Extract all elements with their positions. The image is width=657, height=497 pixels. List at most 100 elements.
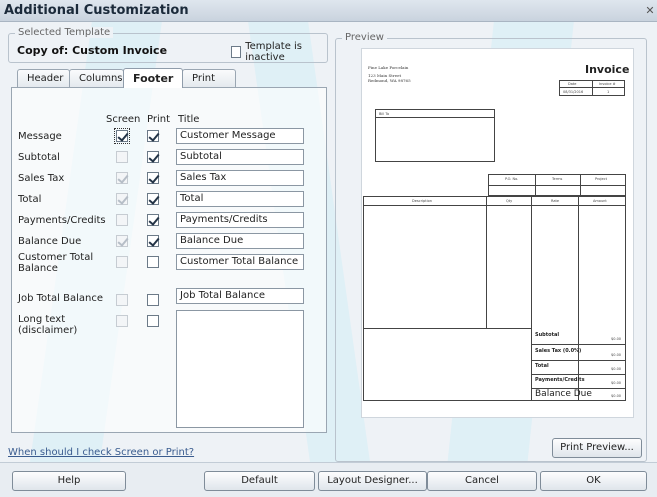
print-checkbox-subtotal[interactable] bbox=[147, 151, 159, 163]
screen-column-header: Screen bbox=[106, 114, 141, 125]
preview-invoice-no-value: 1 bbox=[607, 90, 610, 94]
preview-qty-label: Qty bbox=[506, 199, 513, 203]
selected-template-legend: Selected Template bbox=[15, 27, 114, 38]
close-icon[interactable]: ✕ bbox=[645, 4, 655, 18]
row-label-total: Total bbox=[18, 194, 42, 205]
title-field-message[interactable]: Customer Message bbox=[176, 128, 304, 144]
preview-payments-label: Payments/Credits bbox=[535, 377, 585, 383]
tab-columns[interactable]: Columns bbox=[69, 69, 124, 87]
preview-project-label: Project bbox=[595, 177, 607, 181]
cancel-button[interactable]: Cancel bbox=[427, 471, 537, 491]
row-label-message: Message bbox=[18, 131, 62, 142]
title-bar: Additional Customization ✕ bbox=[0, 0, 657, 22]
preview-balance-due-value: $0.00 bbox=[611, 394, 622, 398]
tab-print[interactable]: Print bbox=[182, 69, 236, 87]
preview-po-label: P.O. No. bbox=[505, 177, 519, 181]
preview-description-label: Description bbox=[412, 199, 432, 203]
preview-rule bbox=[531, 196, 532, 401]
title-field-job-total-balance[interactable]: Job Total Balance bbox=[176, 288, 304, 304]
preview-company-name: Fine Lake Porcelain bbox=[368, 65, 409, 70]
preview-amount-label: Amount bbox=[593, 199, 607, 203]
default-button[interactable]: Default bbox=[204, 471, 315, 491]
preview-sales-tax-label: Sales Tax (0.0%) bbox=[535, 348, 582, 354]
print-checkbox-balance-due[interactable] bbox=[147, 235, 159, 247]
title-field-customer-total-balance[interactable]: Customer Total Balance bbox=[176, 254, 304, 270]
preview-rule bbox=[363, 205, 626, 206]
tab-footer[interactable]: Footer bbox=[123, 68, 183, 88]
layout-designer-button[interactable]: Layout Designer... bbox=[318, 471, 427, 491]
print-checkbox-long-text[interactable] bbox=[147, 315, 159, 327]
preview-rule bbox=[375, 117, 495, 118]
preview-invoice-no-label: Invoice # bbox=[599, 82, 616, 86]
preview-rule bbox=[363, 328, 531, 329]
template-name: Copy of: Custom Invoice bbox=[17, 44, 168, 57]
title-field-balance-due[interactable]: Balance Due bbox=[176, 233, 304, 249]
preview-invoice-title: Invoice bbox=[585, 63, 630, 76]
preview-terms-label: Terms bbox=[552, 177, 563, 181]
preview-rule bbox=[580, 174, 581, 196]
screen-checkbox-payments-credits bbox=[116, 214, 128, 226]
invoice-preview: Fine Lake Porcelain 123 Main Street Redm… bbox=[361, 48, 634, 418]
preview-balance-due-label: Balance Due bbox=[535, 389, 592, 399]
help-button[interactable]: Help bbox=[12, 471, 126, 491]
title-textarea-long-text[interactable] bbox=[176, 310, 304, 428]
preview-company-city: Redmond, WA 98765 bbox=[368, 78, 411, 83]
preview-rule bbox=[578, 196, 579, 401]
print-checkbox-job-total-balance[interactable] bbox=[147, 294, 159, 306]
title-column-header: Title bbox=[178, 114, 200, 125]
row-label-balance-due: Balance Due bbox=[18, 236, 82, 247]
preview-rule bbox=[531, 360, 626, 361]
print-column-header: Print bbox=[147, 114, 171, 125]
tab-header[interactable]: Header bbox=[17, 69, 70, 87]
row-label-payments-credits: Payments/Credits bbox=[18, 215, 106, 226]
screen-checkbox-job-total-balance bbox=[116, 294, 128, 306]
preview-date-value: 08/31/2016 bbox=[563, 90, 584, 94]
preview-rule bbox=[488, 185, 626, 186]
preview-date-label: Date bbox=[568, 82, 577, 86]
selected-template-group: Selected Template Copy of: Custom Invoic… bbox=[8, 27, 328, 63]
preview-sales-tax-value: $0.00 bbox=[611, 353, 622, 357]
screen-print-help-link[interactable]: When should I check Screen or Print? bbox=[8, 447, 194, 458]
preview-rate-label: Rate bbox=[551, 199, 560, 203]
preview-rule bbox=[592, 80, 593, 96]
template-inactive-toggle[interactable]: Template is inactive bbox=[231, 41, 327, 63]
preview-items-table bbox=[363, 196, 626, 401]
screen-checkbox-long-text bbox=[116, 315, 128, 327]
print-checkbox-sales-tax[interactable] bbox=[147, 172, 159, 184]
row-label-customer-total-balance: Customer Total Balance bbox=[18, 252, 94, 274]
screen-checkbox-balance-due bbox=[116, 235, 128, 247]
row-label-long-text: Long text (disclaimer) bbox=[18, 314, 78, 336]
print-checkbox-message[interactable] bbox=[147, 130, 159, 142]
preview-total-value: $0.00 bbox=[611, 367, 622, 371]
print-checkbox-total[interactable] bbox=[147, 193, 159, 205]
preview-rule bbox=[531, 344, 626, 345]
screen-checkbox-sales-tax bbox=[116, 172, 128, 184]
title-field-total[interactable]: Total bbox=[176, 191, 304, 207]
row-label-subtotal: Subtotal bbox=[18, 152, 60, 163]
preview-bill-to-label: Bill To bbox=[379, 112, 390, 116]
ok-button[interactable]: OK bbox=[540, 471, 647, 491]
preview-rule bbox=[535, 174, 536, 196]
screen-checkbox-customer-total-balance bbox=[116, 256, 128, 268]
screen-checkbox-subtotal bbox=[116, 151, 128, 163]
preview-subtotal-label: Subtotal bbox=[535, 332, 560, 338]
preview-subtotal-value: $0.00 bbox=[611, 337, 622, 341]
template-inactive-label: Template is inactive bbox=[245, 41, 303, 63]
template-inactive-checkbox[interactable] bbox=[231, 46, 242, 58]
window-title: Additional Customization bbox=[4, 3, 189, 18]
preview-rule bbox=[531, 374, 626, 375]
row-label-sales-tax: Sales Tax bbox=[18, 173, 65, 184]
row-label-job-total-balance: Job Total Balance bbox=[18, 293, 104, 304]
print-checkbox-payments-credits[interactable] bbox=[147, 214, 159, 226]
screen-checkbox-message[interactable] bbox=[114, 128, 130, 144]
title-field-payments-credits[interactable]: Payments/Credits bbox=[176, 212, 304, 228]
title-field-sales-tax[interactable]: Sales Tax bbox=[176, 170, 304, 186]
title-field-subtotal[interactable]: Subtotal bbox=[176, 149, 304, 165]
print-checkbox-customer-total-balance[interactable] bbox=[147, 256, 159, 268]
preview-payments-value: $0.00 bbox=[611, 381, 622, 385]
footer-tab-panel: Screen Print Title Message Customer Mess… bbox=[11, 87, 327, 433]
screen-checkbox-total bbox=[116, 193, 128, 205]
tab-strip: Header Columns Footer Print bbox=[17, 67, 236, 88]
print-preview-button[interactable]: Print Preview... bbox=[552, 438, 642, 458]
preview-total-label: Total bbox=[535, 363, 549, 369]
